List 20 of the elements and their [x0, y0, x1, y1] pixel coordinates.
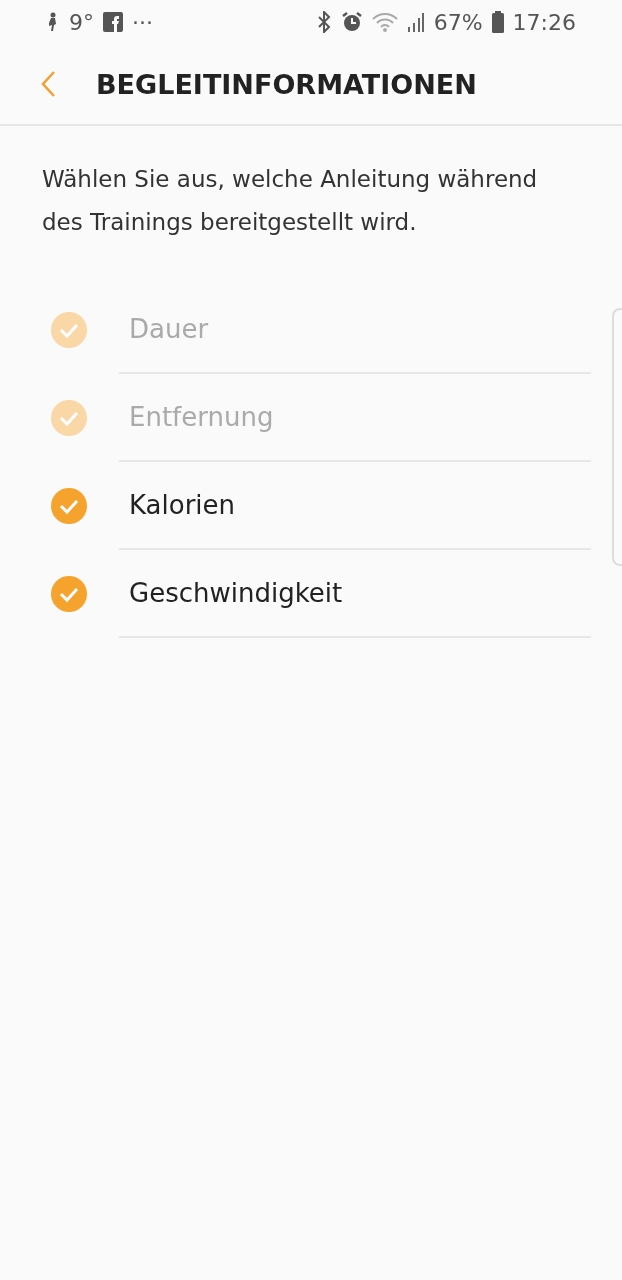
battery-icon — [491, 11, 504, 33]
temperature: 9° — [69, 9, 94, 35]
option-label: Geschwindigkeit — [128, 578, 343, 608]
bluetooth-icon — [315, 11, 332, 33]
description-text: Wählen Sie aus, welche Anleitung während des Trainings bereitgestellt wird. — [42, 165, 539, 237]
option-label: Kalorien — [128, 490, 236, 520]
option-label: Dauer — [128, 314, 209, 344]
page-title: BEGLEITINFORMATIONEN — [96, 68, 477, 100]
alarm-clock-icon — [340, 11, 363, 33]
more-notifications: ··· — [132, 9, 153, 35]
option-label: Entfernung — [128, 402, 274, 432]
battery-percentage: 67% — [433, 9, 483, 35]
signal-icon — [406, 12, 425, 32]
wifi-icon — [371, 12, 398, 32]
clock-time: 17:26 — [512, 9, 576, 35]
edge-panel-handle[interactable] — [612, 308, 622, 566]
back-button[interactable] — [40, 70, 56, 98]
checkbox[interactable] — [51, 488, 87, 524]
facebook-icon — [103, 12, 123, 32]
checkbox[interactable] — [51, 576, 87, 612]
